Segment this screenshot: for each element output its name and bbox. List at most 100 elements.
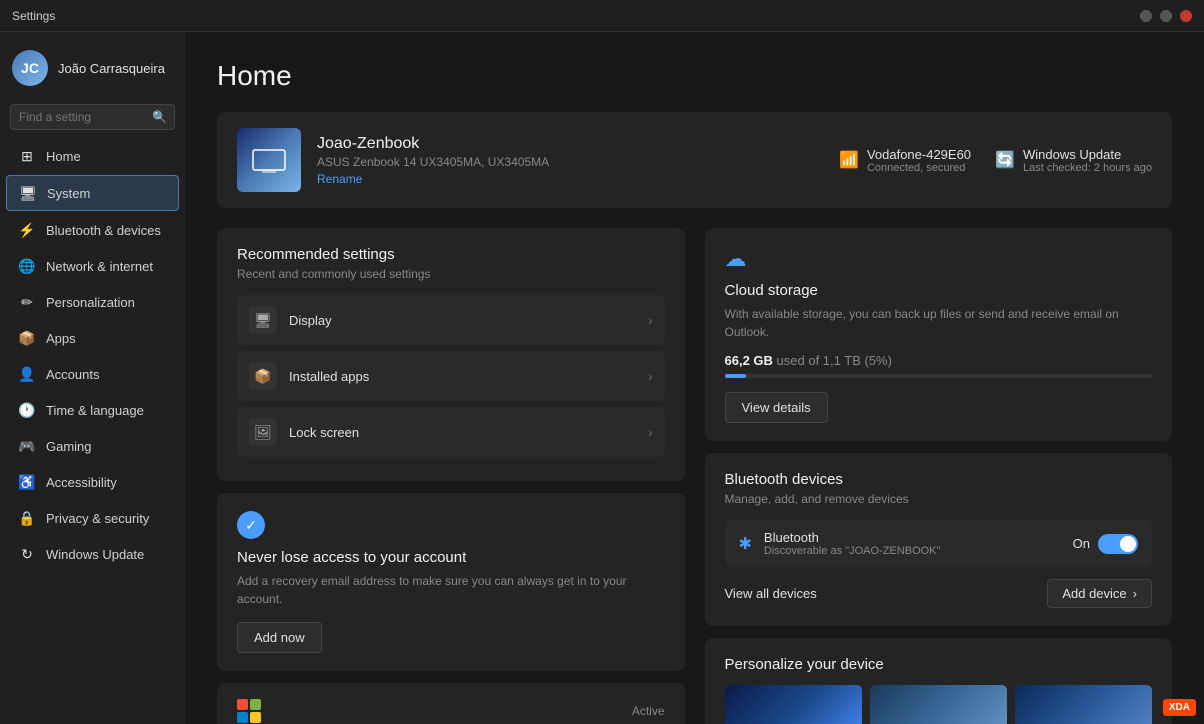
add-device-chevron: › [1133, 586, 1137, 601]
device-info: Joao-Zenbook ASUS Zenbook 14 UX3405MA, U… [317, 135, 823, 186]
bluetooth-device-sub: Discoverable as "JOAO-ZENBOOK" [764, 545, 941, 557]
bluetooth-toggle-group: On [1073, 534, 1138, 554]
cloud-title: Cloud storage [725, 282, 1153, 299]
wallpaper-3[interactable] [1015, 685, 1152, 724]
wifi-status: 📶 Vodafone-429E60 Connected, secured [839, 147, 971, 174]
privacy-icon: 🔒 [18, 509, 36, 527]
update-label: Windows Update [1023, 147, 1152, 162]
system-icon: 🖥 [19, 184, 37, 202]
cloud-usage-amount: 66,2 GB [725, 353, 773, 368]
bluetooth-device-icon: ✱ [739, 534, 752, 554]
cloud-usage-total: used of 1,1 TB (5%) [777, 353, 892, 368]
apps-icon: 📦 [18, 329, 36, 347]
sidebar-item-privacy[interactable]: 🔒 Privacy & security [6, 501, 179, 535]
user-profile: JC João Carrasqueira [0, 40, 185, 100]
titlebar-title: Settings [12, 9, 55, 23]
wallpaper-grid [725, 685, 1153, 724]
sidebar-item-time[interactable]: 🕐 Time & language [6, 393, 179, 427]
device-thumbnail [237, 128, 301, 192]
bluetooth-device-name: Bluetooth [764, 530, 941, 545]
minimize-button[interactable] [1140, 10, 1152, 22]
sidebar-item-home[interactable]: ⊞ Home [6, 139, 179, 173]
check-circle-icon: ✓ [237, 511, 265, 539]
bluetooth-toggle[interactable] [1098, 534, 1138, 554]
wifi-name: Vodafone-429E60 [867, 147, 971, 162]
account-recovery-card: ✓ Never lose access to your account Add … [217, 493, 685, 671]
search-input[interactable] [10, 104, 175, 130]
display-icon: 🖥 [249, 306, 277, 334]
view-details-button[interactable]: View details [725, 392, 828, 423]
rec-item-lock-screen[interactable]: 🖼 Lock screen › [237, 407, 665, 457]
device-name: Joao-Zenbook [317, 135, 823, 153]
device-model: ASUS Zenbook 14 UX3405MA, UX3405MA [317, 155, 823, 169]
sidebar-item-network[interactable]: 🌐 Network & internet [6, 249, 179, 283]
personalization-icon: ✏ [18, 293, 36, 311]
bluetooth-title: Bluetooth devices [725, 471, 1153, 488]
titlebar: Settings [0, 0, 1204, 32]
rename-link[interactable]: Rename [317, 172, 362, 186]
m365-badge: Active [632, 704, 665, 718]
cloud-desc: With available storage, you can back up … [725, 305, 1153, 341]
search-icon: 🔍 [152, 110, 167, 124]
bluetooth-subtitle: Manage, add, and remove devices [725, 492, 1153, 506]
left-column: Recommended settings Recent and commonly… [217, 228, 685, 724]
sidebar-item-personalization[interactable]: ✏ Personalization [6, 285, 179, 319]
page-title: Home [217, 60, 1172, 92]
lock-screen-icon: 🖼 [249, 418, 277, 446]
network-icon: 🌐 [18, 257, 36, 275]
chevron-icon-2: › [648, 368, 653, 384]
sidebar-item-update[interactable]: ↻ Windows Update [6, 537, 179, 571]
cloud-icon: ☁ [725, 246, 1153, 272]
wallpaper-2[interactable] [870, 685, 1007, 724]
account-desc: Add a recovery email address to make sur… [237, 572, 665, 608]
update-status: 🔄 Windows Update Last checked: 2 hours a… [995, 147, 1152, 174]
wallpaper-1[interactable] [725, 685, 862, 724]
search-box: 🔍 [10, 104, 175, 130]
main-content: Home Joao-Zenbook ASUS Zenbook 14 UX3405… [185, 32, 1204, 724]
update-icon: ↻ [18, 545, 36, 563]
bt-on-label: On [1073, 536, 1090, 551]
sidebar-item-bluetooth[interactable]: ⚡ Bluetooth & devices [6, 213, 179, 247]
cloud-progress-fill [725, 374, 746, 378]
add-now-button[interactable]: Add now [237, 622, 322, 653]
sidebar-item-accounts[interactable]: 👤 Accounts [6, 357, 179, 391]
sidebar-item-system[interactable]: 🖥 System [6, 175, 179, 211]
toggle-knob [1120, 536, 1136, 552]
sidebar-item-accessibility[interactable]: ♿ Accessibility [6, 465, 179, 499]
personalize-card: Personalize your device [705, 638, 1173, 724]
bluetooth-icon: ⚡ [18, 221, 36, 239]
rec-item-installed-apps[interactable]: 📦 Installed apps › [237, 351, 665, 401]
xda-watermark: XDA [1163, 699, 1196, 716]
device-card: Joao-Zenbook ASUS Zenbook 14 UX3405MA, U… [217, 112, 1172, 208]
update-icon-status: 🔄 [995, 150, 1015, 170]
two-col-layout: Recommended settings Recent and commonly… [217, 228, 1172, 724]
add-device-label: Add device [1062, 586, 1126, 601]
gaming-icon: 🎮 [18, 437, 36, 455]
maximize-button[interactable] [1160, 10, 1172, 22]
add-device-button[interactable]: Add device › [1047, 579, 1152, 608]
titlebar-controls [1140, 10, 1192, 22]
cloud-progress-bar [725, 374, 1153, 378]
installed-apps-icon: 📦 [249, 362, 277, 390]
right-column: ☁ Cloud storage With available storage, … [705, 228, 1173, 724]
bluetooth-footer: View all devices Add device › [725, 579, 1153, 608]
rec-item-display[interactable]: 🖥 Display › [237, 295, 665, 345]
m365-card: Active Microsoft 365 Family You have 1 T… [217, 683, 685, 724]
sidebar-item-gaming[interactable]: 🎮 Gaming [6, 429, 179, 463]
home-icon: ⊞ [18, 147, 36, 165]
user-name: João Carrasqueira [58, 61, 165, 76]
device-status-group: 📶 Vodafone-429E60 Connected, secured 🔄 W… [839, 147, 1152, 174]
view-all-devices-link[interactable]: View all devices [725, 586, 817, 601]
account-title: Never lose access to your account [237, 549, 665, 566]
personalize-title: Personalize your device [725, 656, 1153, 673]
cloud-usage: 66,2 GB used of 1,1 TB (5%) [725, 353, 1153, 368]
recommended-title: Recommended settings [237, 246, 665, 263]
bluetooth-card: Bluetooth devices Manage, add, and remov… [705, 453, 1173, 626]
sidebar: JC João Carrasqueira 🔍 ⊞ Home 🖥 System ⚡… [0, 32, 185, 724]
update-sub: Last checked: 2 hours ago [1023, 162, 1152, 174]
chevron-icon-3: › [648, 424, 653, 440]
sidebar-item-apps[interactable]: 📦 Apps [6, 321, 179, 355]
close-button[interactable] [1180, 10, 1192, 22]
accessibility-icon: ♿ [18, 473, 36, 491]
chevron-icon: › [648, 312, 653, 328]
